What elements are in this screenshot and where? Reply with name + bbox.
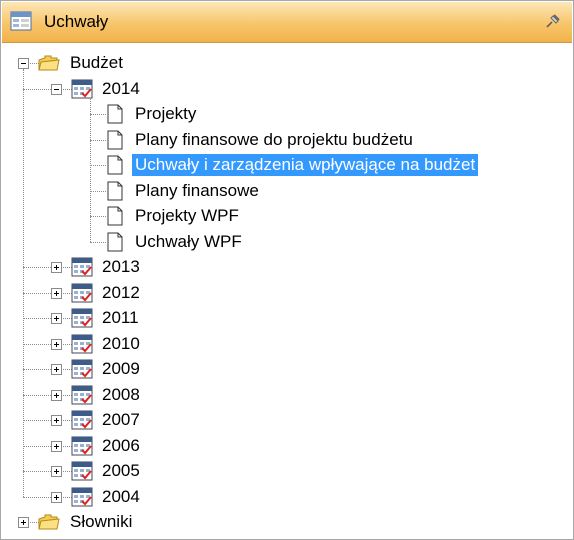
tree-node-year[interactable]: 2009: [99, 358, 143, 380]
calendar-icon: [71, 359, 93, 379]
calendar-icon: [71, 487, 93, 506]
folder-icon: [38, 514, 60, 530]
tree-connector-line: [23, 69, 24, 497]
tree-connector-line: [23, 292, 51, 294]
uchwaly-tree[interactable]: Budżet 2014 Projekty Plany finansowe do pro…: [1, 43, 573, 539]
document-icon: [107, 206, 123, 226]
tree-node-year[interactable]: 2011: [99, 307, 142, 329]
tree-connector-line: [23, 496, 51, 498]
tree-node-year[interactable]: 2005: [99, 460, 143, 482]
tree-connector-line: [90, 190, 106, 192]
tree-node-year[interactable]: 2010: [99, 333, 143, 355]
tree-connector-line: [23, 343, 51, 345]
tree-node-year[interactable]: 2013: [99, 256, 143, 278]
tree-node-year[interactable]: 2008: [99, 384, 143, 406]
tree-node-budzet[interactable]: Budżet: [67, 52, 126, 74]
calendar-icon: [71, 283, 93, 302]
tree-node-document[interactable]: Plany finansowe do projektu budżetu: [132, 129, 416, 151]
pin-icon[interactable]: [544, 12, 562, 30]
panel-title-bar: Uchwały: [2, 2, 572, 43]
document-icon: [107, 130, 123, 149]
calendar-icon: [71, 334, 93, 353]
calendar-icon: [71, 308, 93, 328]
document-icon: [107, 104, 123, 124]
tree-node-year[interactable]: 2004: [99, 486, 143, 508]
tree-node-document[interactable]: Plany finansowe: [132, 180, 262, 202]
tree-connector-line: [23, 318, 51, 319]
tree-node-document[interactable]: Uchwały i zarządzenia wpływające na budż…: [132, 154, 479, 176]
tree-node-year[interactable]: 2012: [99, 282, 143, 304]
tree-connector-line: [90, 114, 106, 115]
tree-connector-line: [23, 88, 51, 90]
tree-connector-line: [23, 369, 51, 370]
tree-connector-line: [23, 394, 51, 396]
tree-connector-line: [90, 216, 106, 217]
tree-node-document[interactable]: Uchwały WPF: [132, 231, 245, 253]
tree-connector-line: [90, 98, 91, 242]
document-icon: [107, 155, 123, 175]
tree-node-2014[interactable]: 2014: [99, 78, 143, 100]
tree-connector-line: [23, 420, 51, 421]
grid-window-icon: [10, 11, 32, 31]
folder-icon: [38, 55, 60, 71]
tree-node-document[interactable]: Projekty: [132, 103, 199, 125]
tree-connector-line: [90, 139, 106, 141]
tree-connector-line: [23, 445, 51, 447]
uchwaly-panel: Uchwały Budżet 2014 Projekty Plany finansow…: [0, 0, 574, 540]
calendar-icon: [71, 410, 93, 430]
tree-connector-line: [90, 241, 106, 243]
calendar-icon: [71, 257, 93, 277]
calendar-icon: [71, 79, 93, 98]
document-icon: [107, 181, 123, 200]
tree-connector-line: [90, 165, 106, 166]
document-icon: [107, 232, 123, 251]
tree-connector-line: [23, 267, 51, 268]
tree-node-year[interactable]: 2006: [99, 435, 143, 457]
tree-node-year[interactable]: 2007: [99, 409, 143, 431]
tree-node-slowniki[interactable]: Słowniki: [67, 511, 135, 533]
calendar-icon: [71, 461, 93, 481]
tree-node-document[interactable]: Projekty WPF: [132, 205, 242, 227]
panel-title: Uchwały: [44, 12, 109, 31]
tree-connector-line: [23, 471, 51, 472]
calendar-icon: [71, 385, 93, 404]
calendar-icon: [71, 436, 93, 455]
